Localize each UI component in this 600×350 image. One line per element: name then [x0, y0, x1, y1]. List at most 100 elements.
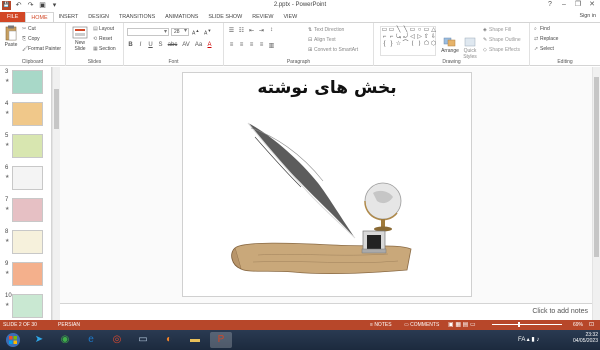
tab-file[interactable]: FILE — [0, 12, 26, 22]
section-button[interactable]: ▦Section — [93, 46, 116, 52]
align-center-icon[interactable]: ≡ — [238, 42, 245, 49]
zoom-level[interactable]: 69% — [573, 322, 583, 328]
shape-gallery-item[interactable]: ⇧ — [423, 34, 430, 41]
bullets-icon[interactable]: ☰ — [228, 27, 235, 34]
shape-gallery-item[interactable]: ⤿ — [395, 34, 402, 41]
text-direction-button[interactable]: ⇅ Text Direction — [308, 27, 344, 33]
increase-indent-icon[interactable]: ⇥ — [258, 27, 265, 34]
shape-gallery-item[interactable]: } — [388, 41, 395, 48]
shapes-gallery[interactable]: ▭ ▭ ╲ ╲ ▭ ○ ▭ △ ⌐ ⌐ ⤿ ⤾ ◁ ▷ ⇧ ⇩{} ☆ ⌒ ⟨ ⟩ ⬠ ⬡ — [380, 26, 436, 56]
format-painter-button[interactable]: 🖌Format Painter — [22, 46, 61, 52]
tab-design[interactable]: DESIGN — [83, 12, 114, 22]
numbering-icon[interactable]: ☷ — [238, 27, 245, 34]
slide-thumbnail[interactable]: 5 ★ — [2, 133, 50, 163]
shape-gallery-item[interactable]: ▭ — [381, 27, 388, 34]
copy-button[interactable]: ⎘ Copy — [22, 36, 40, 42]
reset-button[interactable]: ⟲ Reset — [93, 36, 112, 42]
slide-thumbnail[interactable]: 10 ★ — [2, 293, 50, 320]
quill-and-inkwell-image[interactable] — [183, 73, 473, 298]
tab-insert[interactable]: INSERT — [54, 12, 84, 22]
replace-button[interactable]: ⇄ Replace — [534, 36, 558, 42]
slide-thumbnail[interactable]: 8 ★ — [2, 229, 50, 259]
shape-gallery-item[interactable]: { — [381, 41, 388, 48]
telegram-icon[interactable]: ➤ — [28, 332, 50, 348]
notes-toggle[interactable]: ≡ NOTES — [370, 322, 392, 328]
shape-gallery-item[interactable]: ⌐ — [388, 34, 395, 41]
slide-thumbnail-preview[interactable] — [12, 230, 43, 254]
view-buttons[interactable]: ▣ ▦ ▤ ▭ — [448, 321, 476, 328]
layout-button[interactable]: ▤Layout — [93, 26, 114, 32]
shape-gallery-item[interactable]: △ — [430, 27, 437, 34]
slide-thumbnail[interactable]: 9 ★ — [2, 261, 50, 291]
shape-outline-button[interactable]: ✎ Shape Outline — [483, 37, 521, 43]
slide-thumbnails-pane[interactable]: 3 ★ 4 ★ 5 ★ 6 ★ 7 ★ 8 ★ 9 ★ 10 ★ — [0, 67, 52, 320]
internet-explorer-icon[interactable]: e — [80, 332, 102, 348]
grow-font-icon[interactable]: A▲ — [192, 28, 199, 37]
shape-gallery-item[interactable]: ⬠ — [423, 41, 430, 48]
file-explorer-icon[interactable]: ▬ — [184, 332, 206, 348]
system-tray-icons[interactable]: FA ▴ ▮ ♪ — [518, 336, 539, 343]
slide-vertical-scrollbar[interactable] — [592, 67, 600, 320]
tab-transitions[interactable]: TRANSITIONS — [114, 12, 160, 22]
comments-toggle[interactable]: ▭ COMMENTS — [404, 322, 439, 328]
close-button[interactable]: ✕ — [586, 0, 598, 10]
font-name-select[interactable] — [127, 28, 169, 36]
shape-gallery-item[interactable]: ▭ — [388, 27, 395, 34]
shape-gallery-item[interactable]: ▭ — [423, 27, 430, 34]
slide-scroll-thumb[interactable] — [594, 77, 599, 257]
language-code[interactable]: FA — [518, 337, 525, 343]
slide-thumbnail-preview[interactable] — [12, 134, 43, 158]
paste-button[interactable]: Paste — [2, 25, 20, 48]
thumbnails-scrollbar[interactable] — [52, 67, 60, 320]
character-spacing-button[interactable]: AV — [181, 42, 191, 48]
tab-animations[interactable]: ANIMATIONS — [160, 12, 203, 22]
change-case-button[interactable]: Aa — [194, 42, 203, 48]
shape-gallery-item[interactable]: ⌐ — [381, 34, 388, 41]
italic-button[interactable]: I — [137, 42, 144, 48]
slide-thumbnail-preview[interactable] — [12, 294, 43, 318]
shape-gallery-item[interactable]: ▷ — [416, 34, 423, 41]
slide-thumbnail-preview[interactable] — [12, 166, 43, 190]
shape-gallery-item[interactable]: ⌒ — [402, 41, 409, 48]
select-button[interactable]: ➚ Select — [534, 46, 554, 52]
fit-slide-icon[interactable]: ⊡ — [589, 321, 594, 328]
minimize-button[interactable]: – — [558, 0, 570, 10]
convert-smartart-button[interactable]: ⊞ Convert to SmartArt — [308, 47, 358, 53]
shadow-button[interactable]: S — [157, 42, 164, 48]
slide-thumbnail-preview[interactable] — [12, 70, 43, 94]
shape-effects-button[interactable]: ◇ Shape Effects — [483, 47, 520, 53]
slide-thumbnail-preview[interactable] — [12, 262, 43, 286]
slide-thumbnail-preview[interactable] — [12, 102, 43, 126]
start-button[interactable] — [2, 332, 24, 348]
bold-button[interactable]: B — [127, 42, 134, 48]
shape-gallery-item[interactable]: ▭ — [409, 27, 416, 34]
shape-gallery-item[interactable]: ○ — [416, 27, 423, 34]
find-button[interactable]: ⌕ Find — [534, 26, 550, 32]
shape-gallery-item[interactable]: ◁ — [409, 34, 416, 41]
shape-gallery-item[interactable]: ☆ — [395, 41, 402, 48]
language-indicator[interactable]: PERSIAN — [58, 322, 80, 328]
clock[interactable]: 23:32 04/05/2023 — [573, 332, 598, 344]
computer-icon[interactable]: ▭ — [132, 332, 154, 348]
powerpoint-taskbar-icon[interactable]: P — [210, 332, 232, 348]
slide-thumbnail[interactable]: 3 ★ — [2, 69, 50, 99]
align-right-icon[interactable]: ≡ — [248, 42, 255, 49]
new-slide-button[interactable]: New Slide — [70, 26, 90, 52]
shape-gallery-item[interactable]: ⇩ — [430, 34, 437, 41]
thumbnails-scroll-thumb[interactable] — [54, 89, 59, 129]
shape-gallery-item[interactable]: ⬡ — [430, 41, 437, 48]
strikethrough-button[interactable]: abc — [167, 42, 178, 48]
slide-thumbnail[interactable]: 6 ★ — [2, 165, 50, 195]
font-color-button[interactable]: A — [206, 42, 213, 48]
tab-home[interactable]: HOME — [25, 12, 54, 22]
tab-slide-show[interactable]: SLIDE SHOW — [203, 12, 247, 22]
arrange-button[interactable]: Arrange — [440, 37, 460, 54]
restore-button[interactable]: ❐ — [572, 0, 584, 10]
current-slide[interactable]: بخش های نوشته — [182, 72, 472, 297]
quick-styles-button[interactable]: Quick Styles — [461, 37, 479, 60]
slide-thumbnail-preview[interactable] — [12, 198, 43, 222]
underline-button[interactable]: U — [147, 42, 154, 48]
shape-gallery-item[interactable]: ⤾ — [402, 34, 409, 41]
tab-review[interactable]: REVIEW — [247, 12, 278, 22]
slide-thumbnail[interactable]: 4 ★ — [2, 101, 50, 131]
